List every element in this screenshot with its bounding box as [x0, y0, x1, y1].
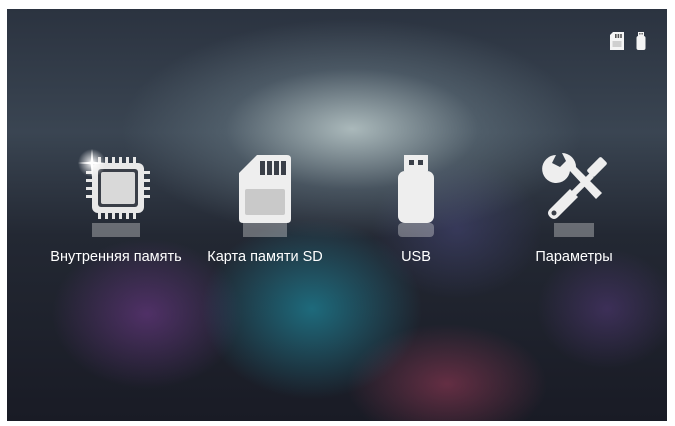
menu-item-internal-memory[interactable]: Внутренняя память — [41, 149, 191, 265]
sd-card-icon — [227, 149, 303, 227]
settings-tools-icon — [536, 149, 612, 227]
menu-item-label: Параметры — [535, 249, 613, 265]
icon-reflection — [386, 223, 446, 237]
menu-item-settings[interactable]: Параметры — [499, 149, 649, 265]
menu-item-label: Карта памяти SD — [207, 249, 323, 265]
media-menu-screen: Внутренняя память Карта памяти SD USB Па… — [7, 9, 667, 421]
memory-chip-icon — [78, 149, 154, 227]
sd-card-icon — [609, 31, 625, 56]
icon-reflection — [235, 223, 295, 237]
menu-item-label: Внутренняя память — [50, 249, 182, 265]
menu-item-label: USB — [401, 249, 431, 265]
status-icons — [609, 31, 647, 56]
icon-reflection — [544, 223, 604, 237]
menu-item-sd-card[interactable]: Карта памяти SD — [190, 149, 340, 265]
usb-icon — [635, 31, 647, 56]
menu-item-usb[interactable]: USB — [341, 149, 491, 265]
icon-reflection — [86, 223, 146, 237]
usb-drive-icon — [378, 149, 454, 227]
